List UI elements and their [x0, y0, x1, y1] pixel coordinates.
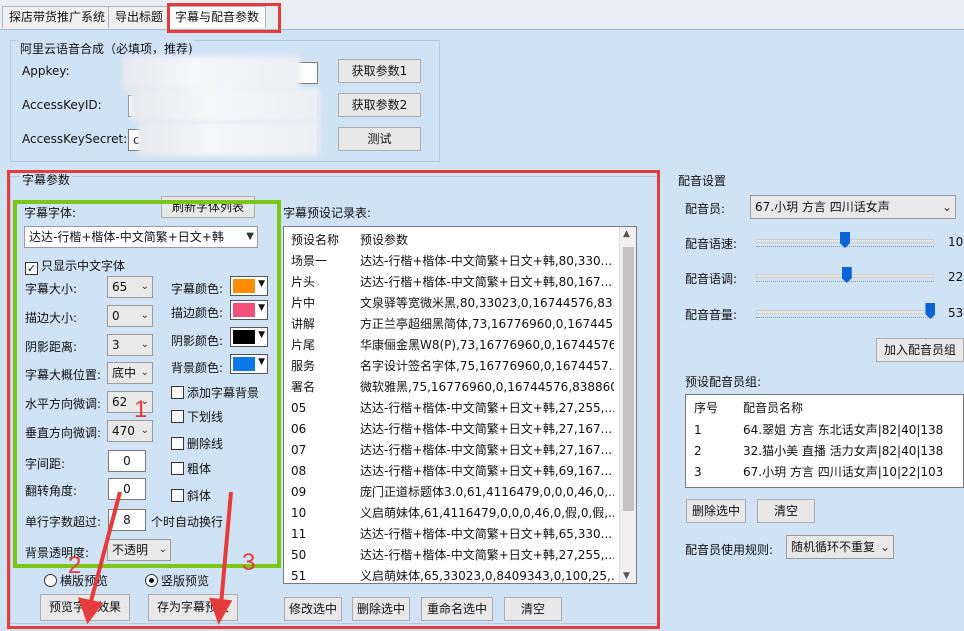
arrow-line	[219, 491, 233, 606]
arrow-line	[88, 491, 122, 606]
annotation-arrows	[77, 491, 233, 625]
arrow-head	[77, 597, 104, 625]
arrow-head	[209, 597, 233, 625]
